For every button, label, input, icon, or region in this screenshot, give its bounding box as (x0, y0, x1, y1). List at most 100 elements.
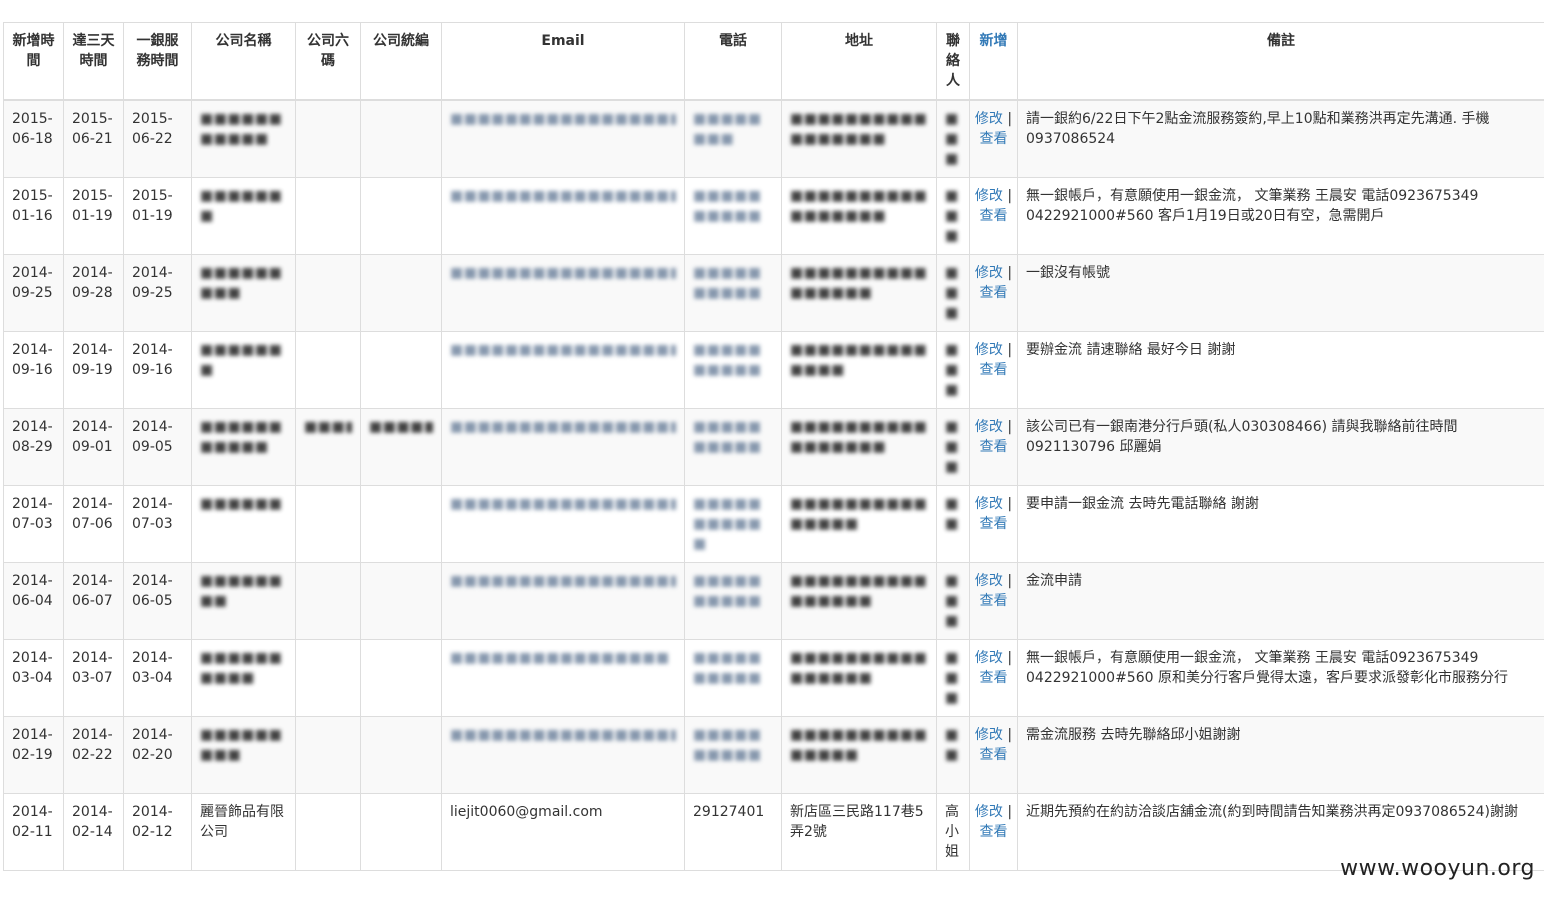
cell-phone-redacted: ■■■■■■■■■■ (693, 650, 762, 686)
cell-contact: ■■■ (936, 562, 970, 640)
cell-phone: ■■■■■■■■■■ (684, 562, 782, 640)
edit-link[interactable]: 修改 (975, 342, 1003, 358)
table-body: 2015-06-18 2015-06-21 2015-06-22 ■■■■■■■■■■… (3, 99, 1544, 871)
view-link[interactable]: 查看 (980, 747, 1008, 763)
view-link[interactable]: 查看 (980, 131, 1008, 147)
edit-link[interactable]: 修改 (975, 188, 1003, 204)
cell-bank-service: 2014-09-25 (123, 254, 192, 332)
edit-link[interactable]: 修改 (975, 265, 1003, 281)
records-table: 新增時間 達三天時間 一銀服務時間 公司名稱 公司六碼 公司統編 Email 電… (3, 22, 1544, 871)
add-record-link[interactable]: 新增 (980, 33, 1008, 49)
view-link[interactable]: 查看 (980, 670, 1008, 686)
view-link[interactable]: 查看 (980, 593, 1008, 609)
cell-bank-service: 2014-07-03 (123, 485, 192, 563)
view-link[interactable]: 查看 (980, 285, 1008, 301)
cell-created: 2014-06-04 (3, 562, 64, 640)
cell-email: ■■■■■■■■■■■■■■■■■■ (441, 254, 685, 332)
view-link[interactable]: 查看 (980, 208, 1008, 224)
cell-company-name: ■■■■■■■■■■■ (191, 408, 296, 486)
view-link[interactable]: 查看 (980, 824, 1008, 840)
cell-company-6code (295, 177, 361, 255)
cell-notes: 請一銀約6/22日下午2點金流服務簽約,早上10點和業務洪再定先溝通. 手機09… (1017, 99, 1544, 178)
cell-notes: 該公司已有一銀南港分行戶頭(私人030308466) 請與我聯絡前往時間0921… (1017, 408, 1544, 486)
view-link[interactable]: 查看 (980, 362, 1008, 378)
cell-company-6code (295, 562, 361, 640)
cell-reach3days: 2014-02-14 (63, 793, 124, 871)
cell-notes: 一銀沒有帳號 (1017, 254, 1544, 332)
cell-company-6code-redacted: ■■■■■■ (304, 419, 352, 435)
cell-email: ■■■■■■■■■■■■■■■■■■■■ (441, 177, 685, 255)
cell-address-redacted: ■■■■■■■■■■■■■■■■■ (790, 111, 928, 147)
cell-address-redacted: ■■■■■■■■■■■■■■■ (790, 727, 928, 763)
cell-created: 2014-09-16 (3, 331, 64, 409)
action-separator: | (1002, 573, 1013, 589)
cell-company-name-redacted: ■■■■■■■■■■■ (200, 111, 283, 147)
cell-tax-id (360, 793, 442, 871)
cell-phone-redacted: ■■■■■■■■■■ (693, 573, 762, 609)
cell-contact: ■■■ (936, 331, 970, 409)
cell-bank-service: 2014-02-20 (123, 716, 192, 794)
view-link[interactable]: 查看 (980, 516, 1008, 532)
table-row: 2014-09-25 2014-09-28 2014-09-25 ■■■■■■■■■ ■… (3, 254, 1544, 332)
action-separator: | (1002, 727, 1013, 743)
header-add-link-cell: 新增 (969, 22, 1018, 101)
cell-company-name-redacted: ■■■■■■■■■ (200, 265, 283, 301)
cell-email: ■■■■■■■■■■■■■■■■■■ (441, 331, 685, 409)
cell-bank-service: 2014-09-05 (123, 408, 192, 486)
cell-phone-redacted: ■■■■■■■■ (693, 111, 762, 147)
cell-tax-id (360, 485, 442, 563)
cell-phone-redacted: ■■■■■■■■■■ (693, 419, 762, 455)
cell-email: ■■■■■■■■■■■■■■■■ (441, 639, 685, 717)
cell-email: ■■■■■■■■■■■■■■■■■■■■■■■■■■■ (441, 99, 685, 178)
header-tax-id: 公司統編 (360, 22, 442, 101)
edit-link[interactable]: 修改 (975, 419, 1003, 435)
cell-phone-redacted: ■■■■■■■■■■ (693, 188, 762, 224)
edit-link[interactable]: 修改 (975, 804, 1003, 820)
cell-email-redacted: ■■■■■■■■■■■■■■■■■■ (450, 265, 676, 281)
cell-created: 2014-03-04 (3, 639, 64, 717)
cell-company-name: ■■■■■■■■■ (191, 254, 296, 332)
edit-link[interactable]: 修改 (975, 111, 1003, 127)
cell-phone: ■■■■■■■■■■ (684, 716, 782, 794)
cell-address-redacted: ■■■■■■■■■■■■■■■ (790, 496, 928, 532)
cell-contact-redacted: ■■■ (945, 111, 959, 167)
cell-contact-redacted: ■■■ (945, 265, 959, 321)
cell-address: ■■■■■■■■■■■■■■■■ (781, 562, 937, 640)
cell-reach3days: 2014-09-01 (63, 408, 124, 486)
cell-company-name: ■■■■■■■■■■ (191, 639, 296, 717)
table-row: 2014-09-16 2014-09-19 2014-09-16 ■■■■■■■ ■■■… (3, 331, 1544, 409)
cell-company-name-redacted: ■■■■■■■■ (200, 573, 283, 609)
action-separator: | (1002, 188, 1013, 204)
cell-bank-service: 2015-01-19 (123, 177, 192, 255)
cell-tax-id: ■■■■■■■■ (360, 408, 442, 486)
edit-link[interactable]: 修改 (975, 727, 1003, 743)
cell-company-name: 麗晉飾品有限公司 (191, 793, 296, 871)
cell-address: ■■■■■■■■■■■■■■■ (781, 716, 937, 794)
cell-company-name: ■■■■■■ (191, 485, 296, 563)
cell-email-redacted: ■■■■■■■■■■■■■■■■■ (450, 496, 676, 512)
edit-link[interactable]: 修改 (975, 650, 1003, 666)
table-row: 2014-08-29 2014-09-01 2014-09-05 ■■■■■■■■■■… (3, 408, 1544, 486)
table-row: 2015-01-16 2015-01-19 2015-01-19 ■■■■■■■ ■■■… (3, 177, 1544, 255)
cell-company-6code (295, 639, 361, 717)
cell-created: 2014-07-03 (3, 485, 64, 563)
cell-reach3days: 2014-02-22 (63, 716, 124, 794)
cell-tax-id (360, 254, 442, 332)
header-contact: 聯絡人 (936, 22, 970, 101)
cell-address: ■■■■■■■■■■■■■■■■■ (781, 177, 937, 255)
view-link[interactable]: 查看 (980, 439, 1008, 455)
edit-link[interactable]: 修改 (975, 573, 1003, 589)
table-row: 2014-06-04 2014-06-07 2014-06-05 ■■■■■■■■ ■■… (3, 562, 1544, 640)
cell-company-name-redacted: ■■■■■■■ (200, 188, 283, 224)
cell-reach3days: 2014-09-19 (63, 331, 124, 409)
cell-company-6code (295, 331, 361, 409)
table-row: 2014-02-19 2014-02-22 2014-02-20 ■■■■■■■■■ ■… (3, 716, 1544, 794)
header-notes: 備註 (1017, 22, 1544, 101)
cell-company-6code (295, 485, 361, 563)
header-bank-service: 一銀服務時間 (123, 22, 192, 101)
cell-contact: ■■■ (936, 177, 970, 255)
cell-bank-service: 2014-02-12 (123, 793, 192, 871)
cell-tax-id (360, 639, 442, 717)
edit-link[interactable]: 修改 (975, 496, 1003, 512)
cell-email: ■■■■■■■■■■■■■■■■■ (441, 485, 685, 563)
